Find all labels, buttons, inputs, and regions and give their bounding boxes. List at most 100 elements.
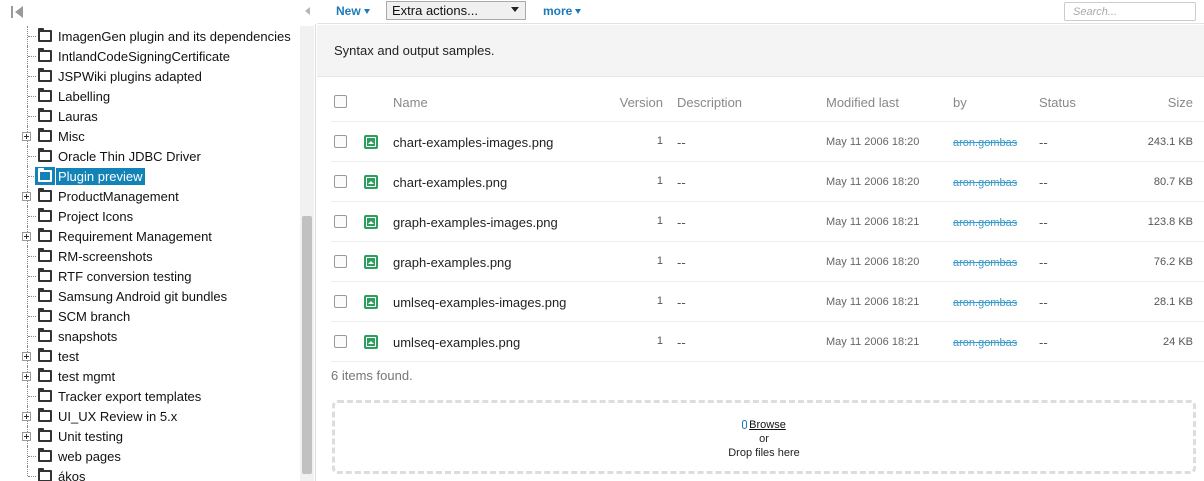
browse-link[interactable]: Browse (749, 419, 786, 431)
file-modified: May 11 2006 18:21 (826, 336, 920, 348)
row-checkbox[interactable] (334, 215, 347, 228)
file-author-link[interactable]: aron.gombas (953, 257, 1017, 269)
tree-item[interactable]: JSPWiki plugins adapted (0, 66, 300, 86)
folder-icon (38, 328, 52, 342)
tree-item[interactable]: ImagenGen plugin and its dependencies (0, 26, 300, 46)
tree-connector (28, 156, 36, 157)
tree-item[interactable]: Project Icons (0, 206, 300, 226)
tree-item-label[interactable]: JSPWiki plugins adapted (56, 68, 204, 85)
expand-plus-icon[interactable] (22, 432, 31, 441)
tree-item-label[interactable]: Lauras (56, 108, 100, 125)
tree-item[interactable]: Samsung Android git bundles (0, 286, 300, 306)
tree-item-label[interactable]: Unit testing (56, 428, 125, 445)
file-author-link[interactable]: aron.gombas (953, 177, 1017, 189)
select-all-checkbox[interactable] (334, 95, 347, 108)
image-file-icon (364, 295, 378, 309)
tree-item-label[interactable]: Oracle Thin JDBC Driver (56, 148, 203, 165)
tree-item[interactable]: test (0, 346, 300, 366)
tree-item-label[interactable]: RM-screenshots (56, 248, 155, 265)
row-checkbox[interactable] (334, 135, 347, 148)
file-author-link[interactable]: aron.gombas (953, 217, 1017, 229)
collapse-panel-icon[interactable] (10, 4, 26, 20)
extra-actions-select[interactable]: Extra actions... (386, 1, 526, 20)
tree-item-label[interactable]: snapshots (56, 328, 119, 345)
folder-icon (38, 68, 52, 82)
header-by[interactable]: by (953, 95, 967, 110)
header-status[interactable]: Status (1039, 95, 1076, 110)
tree-item[interactable]: Requirement Management (0, 226, 300, 246)
file-name-link[interactable]: chart-examples.png (393, 175, 507, 190)
tree-item-label[interactable]: Tracker export templates (56, 388, 203, 405)
tree-connector (28, 116, 36, 117)
tree-item-label[interactable]: Samsung Android git bundles (56, 288, 229, 305)
more-menu-button[interactable]: more (543, 4, 582, 18)
tree-item[interactable]: IntlandCodeSigningCertificate (0, 46, 300, 66)
file-name-link[interactable]: umlseq-examples.png (393, 335, 520, 350)
tree-item[interactable]: ProductManagement (0, 186, 300, 206)
header-description[interactable]: Description (677, 95, 742, 110)
expand-plus-icon[interactable] (22, 192, 31, 201)
tree-item-label[interactable]: UI_UX Review in 5.x (56, 408, 179, 425)
row-checkbox[interactable] (334, 255, 347, 268)
expand-plus-icon[interactable] (22, 372, 31, 381)
new-menu-button[interactable]: New (336, 4, 370, 18)
tree-item[interactable]: web pages (0, 446, 300, 466)
tree-item[interactable]: test mgmt (0, 366, 300, 386)
row-checkbox[interactable] (334, 175, 347, 188)
tree-item[interactable]: RTF conversion testing (0, 266, 300, 286)
expand-plus-icon[interactable] (22, 232, 31, 241)
file-dropzone[interactable]: Browse or Drop files here (332, 400, 1196, 474)
search-input[interactable] (1064, 2, 1196, 21)
tree-connector (28, 256, 36, 257)
tree-item[interactable]: Tracker export templates (0, 386, 300, 406)
tree-item-label[interactable]: ImagenGen plugin and its dependencies (56, 28, 293, 45)
tree-item-label[interactable]: RTF conversion testing (56, 268, 193, 285)
tree-item[interactable]: Lauras (0, 106, 300, 126)
tree-connector (28, 76, 36, 77)
folder-tree: ImagenGen plugin and its dependencies Int… (0, 26, 300, 481)
file-author-link[interactable]: aron.gombas (953, 337, 1017, 349)
splitter-arrow-icon[interactable] (305, 7, 310, 15)
file-name-link[interactable]: chart-examples-images.png (393, 135, 553, 150)
tree-item-label[interactable]: Project Icons (56, 208, 135, 225)
tree-item-label[interactable]: Plugin preview (56, 168, 145, 185)
file-status: -- (1039, 295, 1048, 310)
tree-item-label[interactable]: SCM branch (56, 308, 132, 325)
tree-item[interactable]: SCM branch (0, 306, 300, 326)
header-modified[interactable]: Modified last (826, 95, 899, 110)
tree-item[interactable]: Plugin preview (0, 166, 300, 186)
tree-item-label[interactable]: Labelling (56, 88, 112, 105)
tree-item[interactable]: Labelling (0, 86, 300, 106)
tree-item[interactable]: Unit testing (0, 426, 300, 446)
file-name-link[interactable]: umlseq-examples-images.png (393, 295, 566, 310)
tree-item[interactable]: RM-screenshots (0, 246, 300, 266)
file-name-link[interactable]: graph-examples.png (393, 255, 512, 270)
tree-item-label[interactable]: Requirement Management (56, 228, 214, 245)
expand-plus-icon[interactable] (22, 412, 31, 421)
expand-plus-icon[interactable] (22, 352, 31, 361)
table-row: umlseq-examples.png 1 -- May 11 2006 18:21 a… (331, 322, 1204, 362)
tree-item[interactable]: Misc (0, 126, 300, 146)
tree-item-label[interactable]: Misc (56, 128, 87, 145)
tree-item-label[interactable]: test (56, 348, 81, 365)
expand-plus-icon[interactable] (22, 132, 31, 141)
tree-item[interactable]: snapshots (0, 326, 300, 346)
tree-item[interactable]: Oracle Thin JDBC Driver (0, 146, 300, 166)
file-author-link[interactable]: aron.gombas (953, 137, 1017, 149)
file-name-link[interactable]: graph-examples-images.png (393, 215, 558, 230)
tree-item-label[interactable]: test mgmt (56, 368, 117, 385)
row-checkbox[interactable] (334, 335, 347, 348)
tree-item-label[interactable]: web pages (56, 448, 123, 465)
tree-scrollbar[interactable] (300, 26, 314, 481)
tree-item[interactable]: UI_UX Review in 5.x (0, 406, 300, 426)
header-size[interactable]: Size (1111, 95, 1193, 110)
header-version[interactable]: Version (601, 95, 663, 110)
tree-item-label[interactable]: IntlandCodeSigningCertificate (56, 48, 232, 65)
tree-item[interactable]: ákos (0, 466, 300, 481)
scrollbar-thumb[interactable] (302, 216, 312, 474)
row-checkbox[interactable] (334, 295, 347, 308)
tree-item-label[interactable]: ákos (56, 468, 87, 481)
header-name[interactable]: Name (393, 95, 428, 110)
file-author-link[interactable]: aron.gombas (953, 297, 1017, 309)
tree-item-label[interactable]: ProductManagement (56, 188, 181, 205)
